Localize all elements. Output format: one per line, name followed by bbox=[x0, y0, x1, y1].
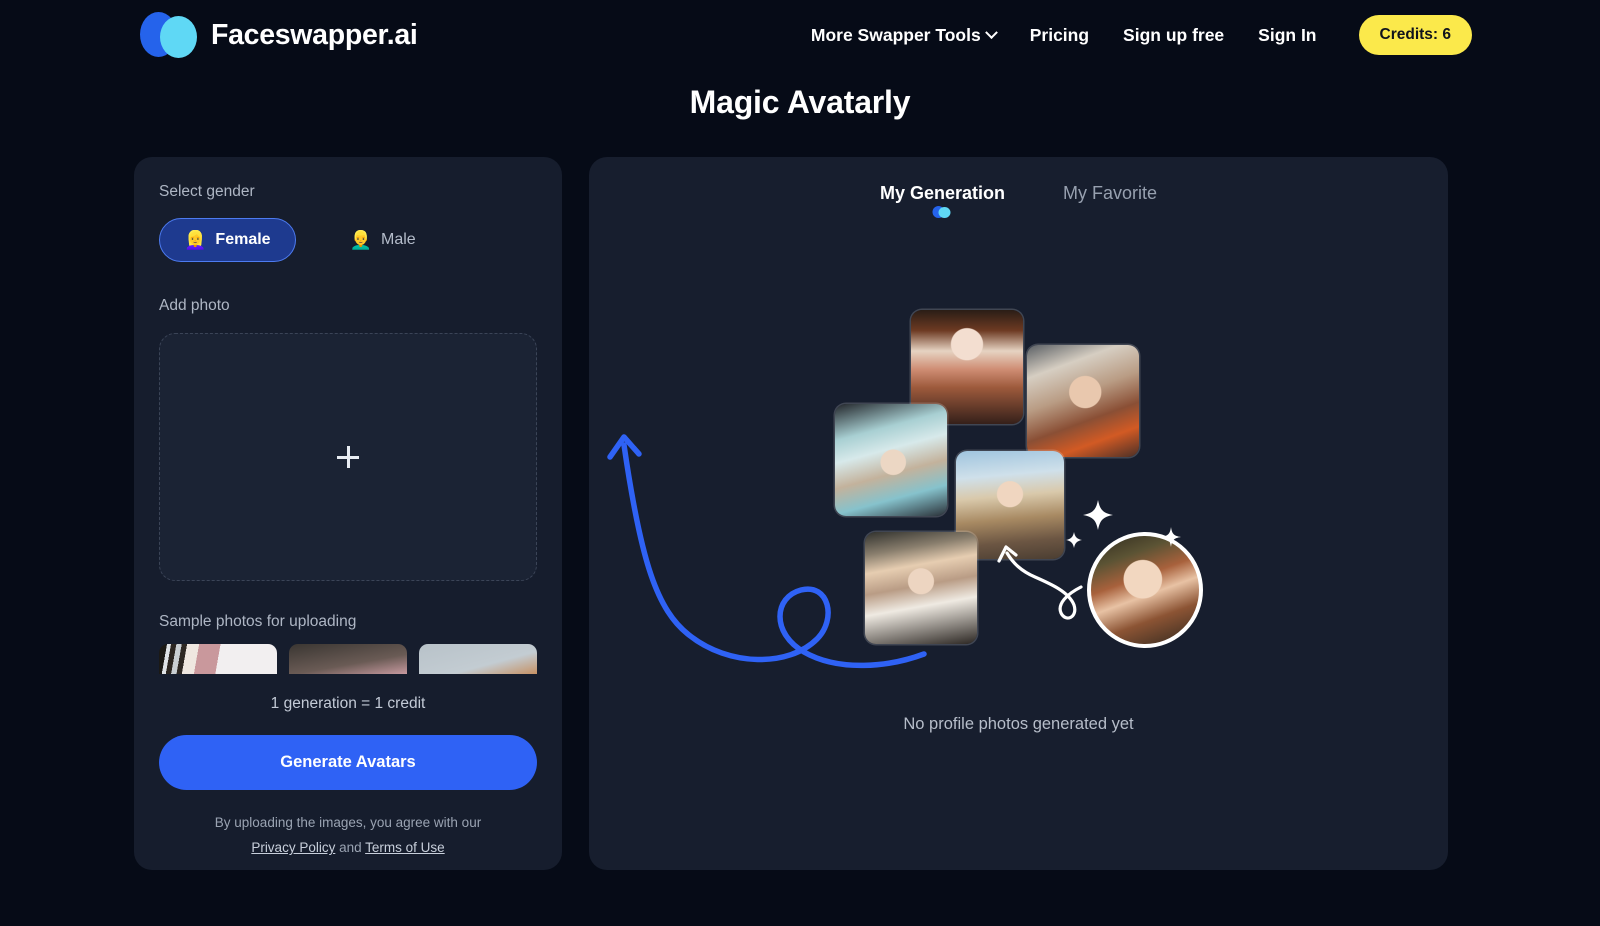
nav-item-pricing[interactable]: Pricing bbox=[1013, 16, 1106, 54]
gender-option-female[interactable]: 👱‍♀️ Female bbox=[159, 218, 296, 262]
empty-state-message: No profile photos generated yet bbox=[903, 715, 1134, 733]
gender-option-male[interactable]: 👱‍♂️ Male bbox=[325, 218, 441, 262]
avatar-card-vintage-hat bbox=[835, 404, 947, 516]
sample-photos-label: Sample photos for uploading bbox=[159, 613, 357, 630]
nav-item-more-swapper-tools[interactable]: More Swapper Tools bbox=[794, 16, 1013, 54]
credits-badge[interactable]: Credits: 6 bbox=[1358, 15, 1472, 55]
terms-of-use-link[interactable]: Terms of Use bbox=[365, 840, 445, 855]
woman-icon: 👱‍♀️ bbox=[184, 230, 207, 250]
legal-disclaimer-line: By uploading the images, you agree with … bbox=[214, 815, 482, 830]
empty-state-illustration bbox=[589, 157, 1448, 870]
photo-dropzone[interactable] bbox=[159, 333, 537, 581]
legal-conjunction: and bbox=[335, 840, 366, 855]
sample-photo-3[interactable] bbox=[419, 644, 537, 674]
main-navigation: More Swapper Tools Pricing Sign up free … bbox=[794, 15, 1472, 55]
legal-links-line: Privacy Policy and Terms of Use bbox=[134, 836, 562, 861]
brand-name: Faceswapper.ai bbox=[211, 18, 418, 51]
two-circles-logo-icon bbox=[140, 12, 198, 58]
gender-selector: 👱‍♀️ Female 👱‍♂️ Male bbox=[159, 218, 441, 262]
page-title: Magic Avatarly bbox=[689, 84, 911, 120]
sample-photo-1[interactable] bbox=[159, 644, 277, 674]
logo-circle-cyan bbox=[160, 16, 197, 58]
avatar-card-astronaut bbox=[1027, 345, 1139, 457]
privacy-policy-link[interactable]: Privacy Policy bbox=[251, 840, 335, 855]
generation-results-panel: My Generation My Favorite No profile pho… bbox=[589, 157, 1448, 870]
chevron-down-icon bbox=[984, 25, 998, 39]
brand-logo[interactable]: Faceswapper.ai bbox=[140, 12, 418, 58]
sample-photos-list bbox=[159, 644, 537, 674]
generate-avatars-button[interactable]: Generate Avatars bbox=[159, 735, 537, 790]
site-header: Faceswapper.ai More Swapper Tools Pricin… bbox=[0, 0, 1600, 68]
select-gender-label: Select gender bbox=[159, 183, 255, 200]
add-photo-label: Add photo bbox=[159, 297, 230, 314]
man-icon: 👱‍♂️ bbox=[349, 230, 372, 250]
avatar-settings-panel: Select gender 👱‍♀️ Female 👱‍♂️ Male Add … bbox=[134, 157, 562, 870]
nav-item-sign-in[interactable]: Sign In bbox=[1241, 16, 1333, 54]
plus-icon bbox=[337, 446, 359, 468]
credit-note: 1 generation = 1 credit bbox=[270, 695, 426, 712]
gender-option-label: Male bbox=[380, 231, 416, 248]
nav-item-sign-up-free[interactable]: Sign up free bbox=[1106, 16, 1241, 54]
source-photo-circle bbox=[1087, 532, 1203, 648]
nav-label: More Swapper Tools bbox=[810, 24, 981, 45]
gender-option-label: Female bbox=[215, 231, 271, 248]
sample-photo-2[interactable] bbox=[289, 644, 407, 674]
avatar-card-victorian bbox=[865, 532, 977, 644]
